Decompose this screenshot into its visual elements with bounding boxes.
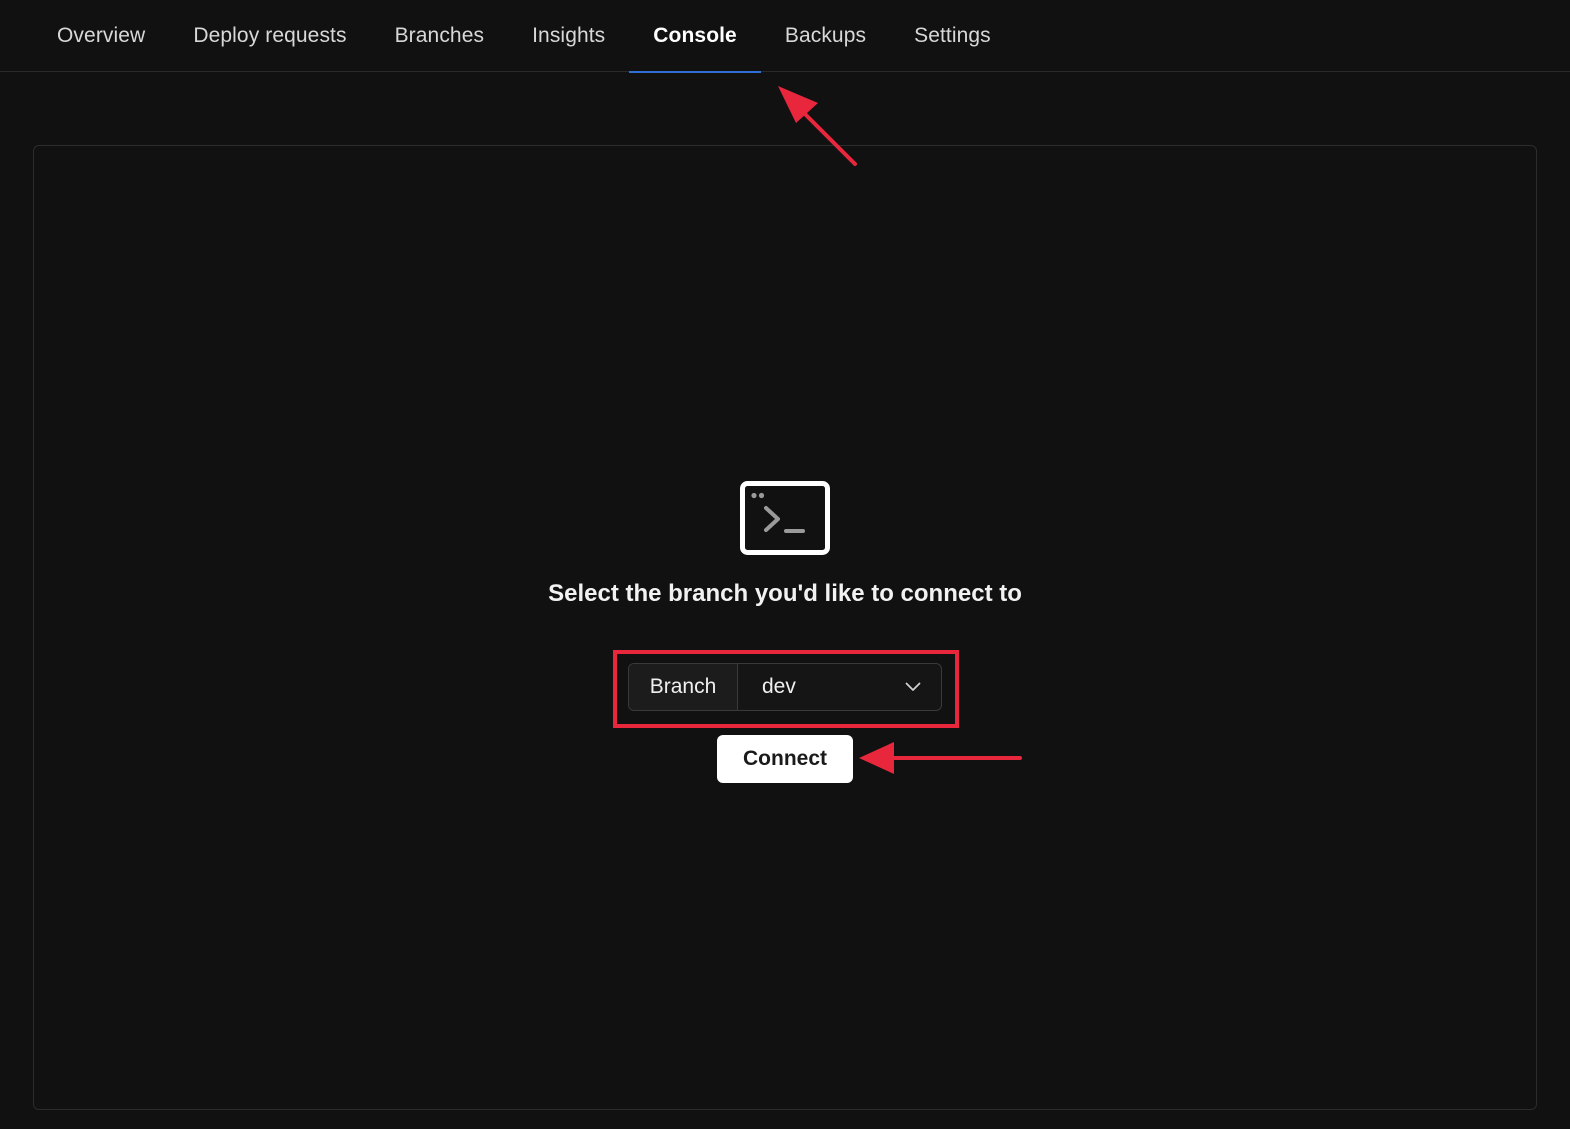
branch-select[interactable]: Branch dev: [628, 663, 942, 711]
tab-deploy-requests[interactable]: Deploy requests: [169, 0, 370, 72]
terminal-icon: [740, 481, 830, 555]
console-page: Overview Deploy requests Branches Insigh…: [0, 0, 1570, 1129]
tab-overview[interactable]: Overview: [33, 0, 169, 72]
tab-list: Overview Deploy requests Branches Insigh…: [33, 0, 1015, 73]
branch-select-label: Branch: [629, 664, 738, 710]
console-card: [33, 145, 1537, 1110]
tab-branches[interactable]: Branches: [371, 0, 509, 72]
chevron-down-icon: [905, 682, 921, 691]
branch-dropdown[interactable]: dev: [738, 664, 941, 710]
tab-insights[interactable]: Insights: [508, 0, 629, 72]
connect-heading: Select the branch you'd like to connect …: [548, 580, 1022, 607]
tab-backups[interactable]: Backups: [761, 0, 890, 72]
branch-selected-value: dev: [762, 675, 796, 698]
connect-button[interactable]: Connect: [717, 735, 853, 783]
tab-console[interactable]: Console: [629, 0, 761, 73]
top-nav: Overview Deploy requests Branches Insigh…: [0, 0, 1570, 73]
tab-settings[interactable]: Settings: [890, 0, 1015, 72]
